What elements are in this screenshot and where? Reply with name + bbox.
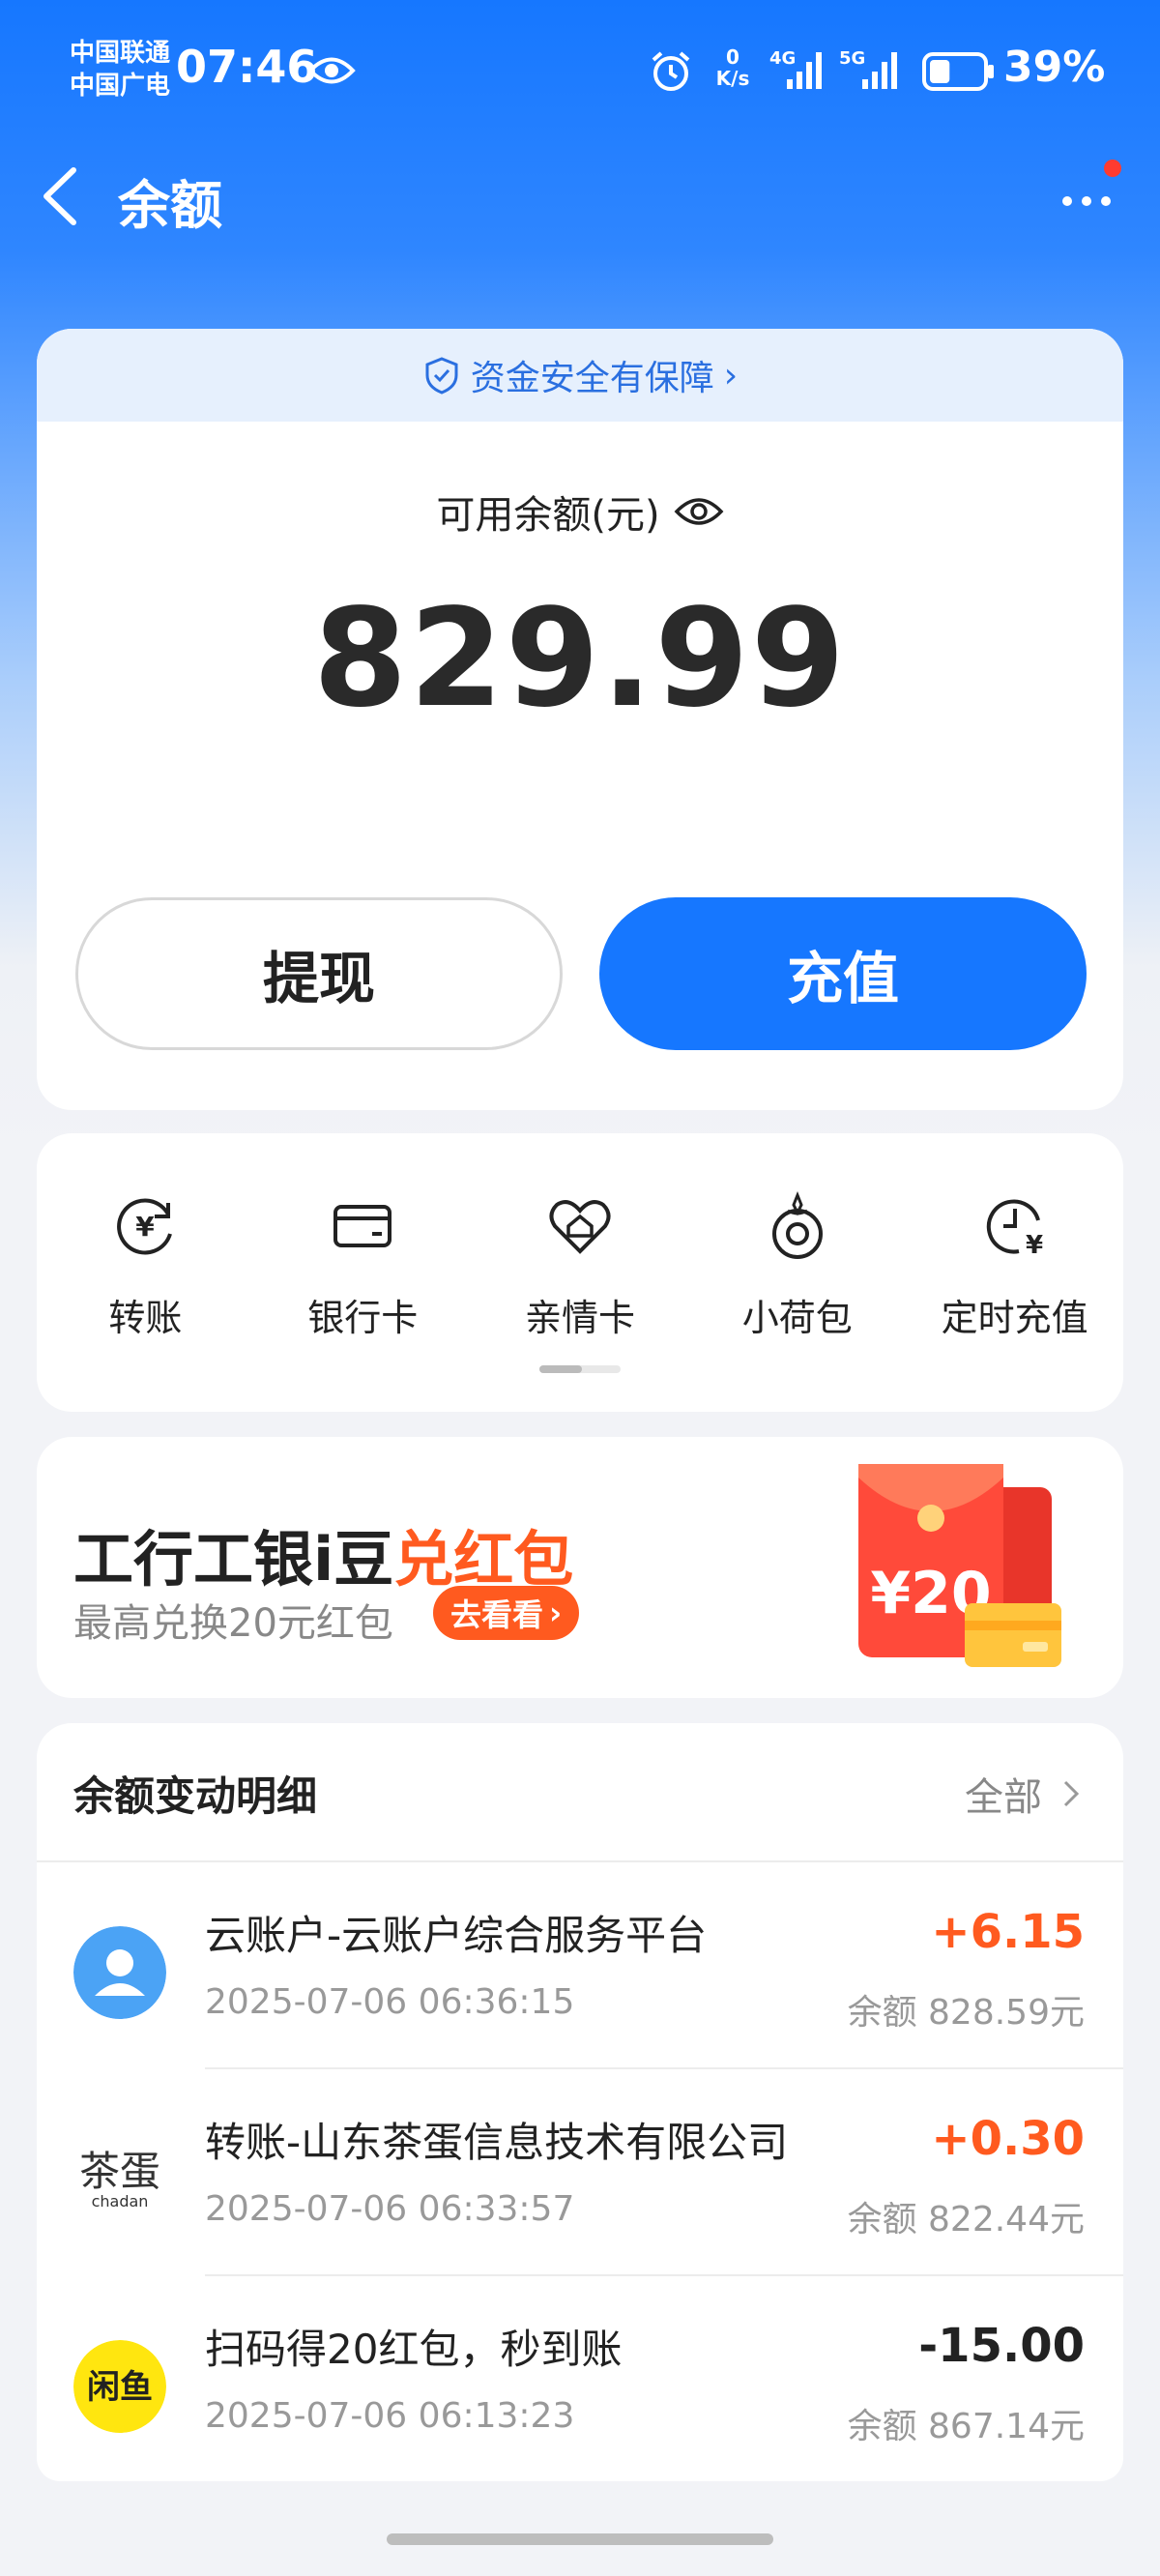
chevron-right-icon: › bbox=[723, 355, 739, 395]
transaction-title: 扫码得20红包，秒到账 bbox=[205, 2326, 623, 2373]
small-purse-icon bbox=[771, 1191, 823, 1259]
carrier-name-1: 中国联通 bbox=[70, 39, 171, 68]
user-avatar-icon bbox=[73, 1926, 166, 2019]
status-bar: 中国联通 中国广电 07:46 0 K/s 4G 5G 39% bbox=[0, 0, 1160, 145]
transaction-title: 云账户-云账户综合服务平台 bbox=[205, 1912, 708, 1959]
balance-amount: 829.99 bbox=[312, 580, 848, 738]
view-all-link[interactable]: 全部 bbox=[965, 1766, 1081, 1822]
transaction-row[interactable]: 闲鱼 扫码得20红包，秒到账 2025-07-06 06:13:23 -15.0… bbox=[37, 2276, 1123, 2481]
transaction-time: 2025-07-06 06:33:57 bbox=[205, 2189, 575, 2229]
page-indicator bbox=[539, 1365, 621, 1373]
promo-banner[interactable]: 工行工银i豆兑红包 最高兑换20元红包 去看看 › ¥20 bbox=[37, 1437, 1123, 1698]
shield-check-icon bbox=[425, 357, 458, 395]
transaction-amount: -15.00 bbox=[918, 2319, 1085, 2373]
action-label: 定时充值 bbox=[941, 1297, 1088, 1339]
signal-4g-icon: 4G bbox=[769, 48, 822, 89]
signal-5g-icon: 5G bbox=[839, 48, 897, 89]
more-dots-icon[interactable] bbox=[1058, 180, 1116, 215]
net-speed-unit: K/s bbox=[715, 67, 750, 90]
balance-label-row: 可用余额(元) bbox=[37, 483, 1123, 540]
promo-title-main: 工行工银i豆 bbox=[73, 1524, 394, 1595]
page-title: 余额 bbox=[118, 175, 222, 236]
transaction-time: 2025-07-06 06:13:23 bbox=[205, 2396, 575, 2436]
transaction-row[interactable]: 茶蛋 chadan 转账-山东茶蛋信息技术有限公司 2025-07-06 06:… bbox=[37, 2069, 1123, 2276]
promo-title-highlight: 兑红包 bbox=[393, 1524, 574, 1595]
action-small-purse[interactable]: 小荷包 bbox=[688, 1191, 906, 1341]
action-bank-card[interactable]: 银行卡 bbox=[254, 1191, 472, 1341]
transfer-icon: ¥ bbox=[117, 1198, 173, 1255]
transaction-balance: 余额 867.14元 bbox=[847, 2407, 1085, 2446]
page-indicator-active bbox=[539, 1365, 582, 1373]
eye-icon bbox=[307, 57, 356, 84]
svg-text:¥: ¥ bbox=[136, 1211, 156, 1243]
back-chevron-icon[interactable] bbox=[39, 166, 81, 226]
scheduled-topup-icon: ¥ bbox=[986, 1199, 1043, 1260]
quick-actions: ¥ 转账 银行卡 亲情卡 小荷包 ¥ 定时充值 bbox=[37, 1191, 1123, 1341]
action-transfer[interactable]: ¥ 转账 bbox=[37, 1191, 254, 1341]
promo-title: 工行工银i豆兑红包 bbox=[73, 1510, 573, 1597]
transaction-amount: +6.15 bbox=[931, 1905, 1085, 1959]
transaction-time: 2025-07-06 06:36:15 bbox=[205, 1982, 575, 2022]
net-speed: 0 K/s bbox=[710, 46, 755, 89]
transaction-balance: 余额 822.44元 bbox=[847, 2200, 1085, 2239]
net-speed-value: 0 bbox=[726, 45, 740, 69]
bank-card-icon bbox=[334, 1205, 392, 1247]
home-indicator[interactable] bbox=[387, 2533, 773, 2545]
promo-cta-button[interactable]: 去看看 › bbox=[433, 1586, 580, 1640]
battery-icon bbox=[922, 52, 994, 91]
topup-button[interactable]: 充值 bbox=[599, 897, 1087, 1050]
action-family-card[interactable]: 亲情卡 bbox=[472, 1191, 689, 1341]
action-label: 亲情卡 bbox=[524, 1297, 635, 1339]
withdraw-button[interactable]: 提现 bbox=[75, 897, 563, 1050]
promo-subtitle: 最高兑换20元红包 bbox=[73, 1601, 393, 1646]
action-label: 转账 bbox=[108, 1297, 183, 1339]
chadan-logo-subtext: chadan bbox=[92, 2192, 149, 2210]
family-card-icon bbox=[549, 1200, 611, 1254]
view-all-label: 全部 bbox=[965, 1775, 1042, 1820]
network-type-2: 5G bbox=[839, 48, 865, 69]
transactions-header: 余额变动明细 bbox=[73, 1772, 318, 1820]
chadan-logo-icon: 茶蛋 chadan bbox=[79, 2148, 160, 2210]
action-scheduled-topup[interactable]: ¥ 定时充值 bbox=[906, 1191, 1123, 1341]
security-banner[interactable]: 资金安全有保障 › bbox=[37, 329, 1123, 422]
action-label: 小荷包 bbox=[741, 1297, 853, 1339]
promo-cta-label: 去看看 bbox=[450, 1596, 544, 1633]
quick-actions-card: ¥ 转账 银行卡 亲情卡 小荷包 ¥ 定时充值 bbox=[37, 1133, 1123, 1412]
balance-label: 可用余额(元) bbox=[436, 493, 660, 538]
status-time: 07:46 bbox=[176, 41, 318, 93]
eye-toggle-icon[interactable] bbox=[674, 494, 724, 529]
chevron-right-icon bbox=[1063, 1780, 1080, 1807]
transaction-amount: +0.30 bbox=[931, 2112, 1085, 2166]
xianyu-logo-text: 闲鱼 bbox=[87, 2368, 153, 2407]
action-label: 银行卡 bbox=[307, 1297, 419, 1339]
battery-percent: 39% bbox=[1003, 43, 1106, 92]
xianyu-logo-icon: 闲鱼 bbox=[73, 2340, 166, 2433]
transaction-row[interactable]: 云账户-云账户综合服务平台 2025-07-06 06:36:15 +6.15 … bbox=[37, 1862, 1123, 2069]
svg-text:¥: ¥ bbox=[1026, 1231, 1043, 1260]
carrier-name-2: 中国广电 bbox=[70, 72, 171, 101]
chadan-logo-text: 茶蛋 bbox=[79, 2148, 160, 2195]
notification-dot bbox=[1104, 160, 1121, 177]
balance-card: 资金安全有保障 › 可用余额(元) 829.99 提现 充值 bbox=[37, 329, 1123, 1110]
security-label: 资金安全有保障 bbox=[470, 359, 714, 398]
alarm-icon bbox=[652, 51, 690, 91]
transaction-title: 转账-山东茶蛋信息技术有限公司 bbox=[205, 2119, 789, 2166]
network-type-1: 4G bbox=[769, 48, 796, 69]
red-envelope-illustration: ¥20 bbox=[858, 1464, 1061, 1667]
transactions-card: 余额变动明细 全部 云账户-云账户综合服务平台 2025-07-06 06:36… bbox=[37, 1723, 1123, 2481]
transaction-balance: 余额 828.59元 bbox=[847, 1993, 1085, 2033]
chevron-right-icon: › bbox=[549, 1595, 563, 1631]
carrier-info: 中国联通 中国广电 bbox=[70, 37, 170, 102]
